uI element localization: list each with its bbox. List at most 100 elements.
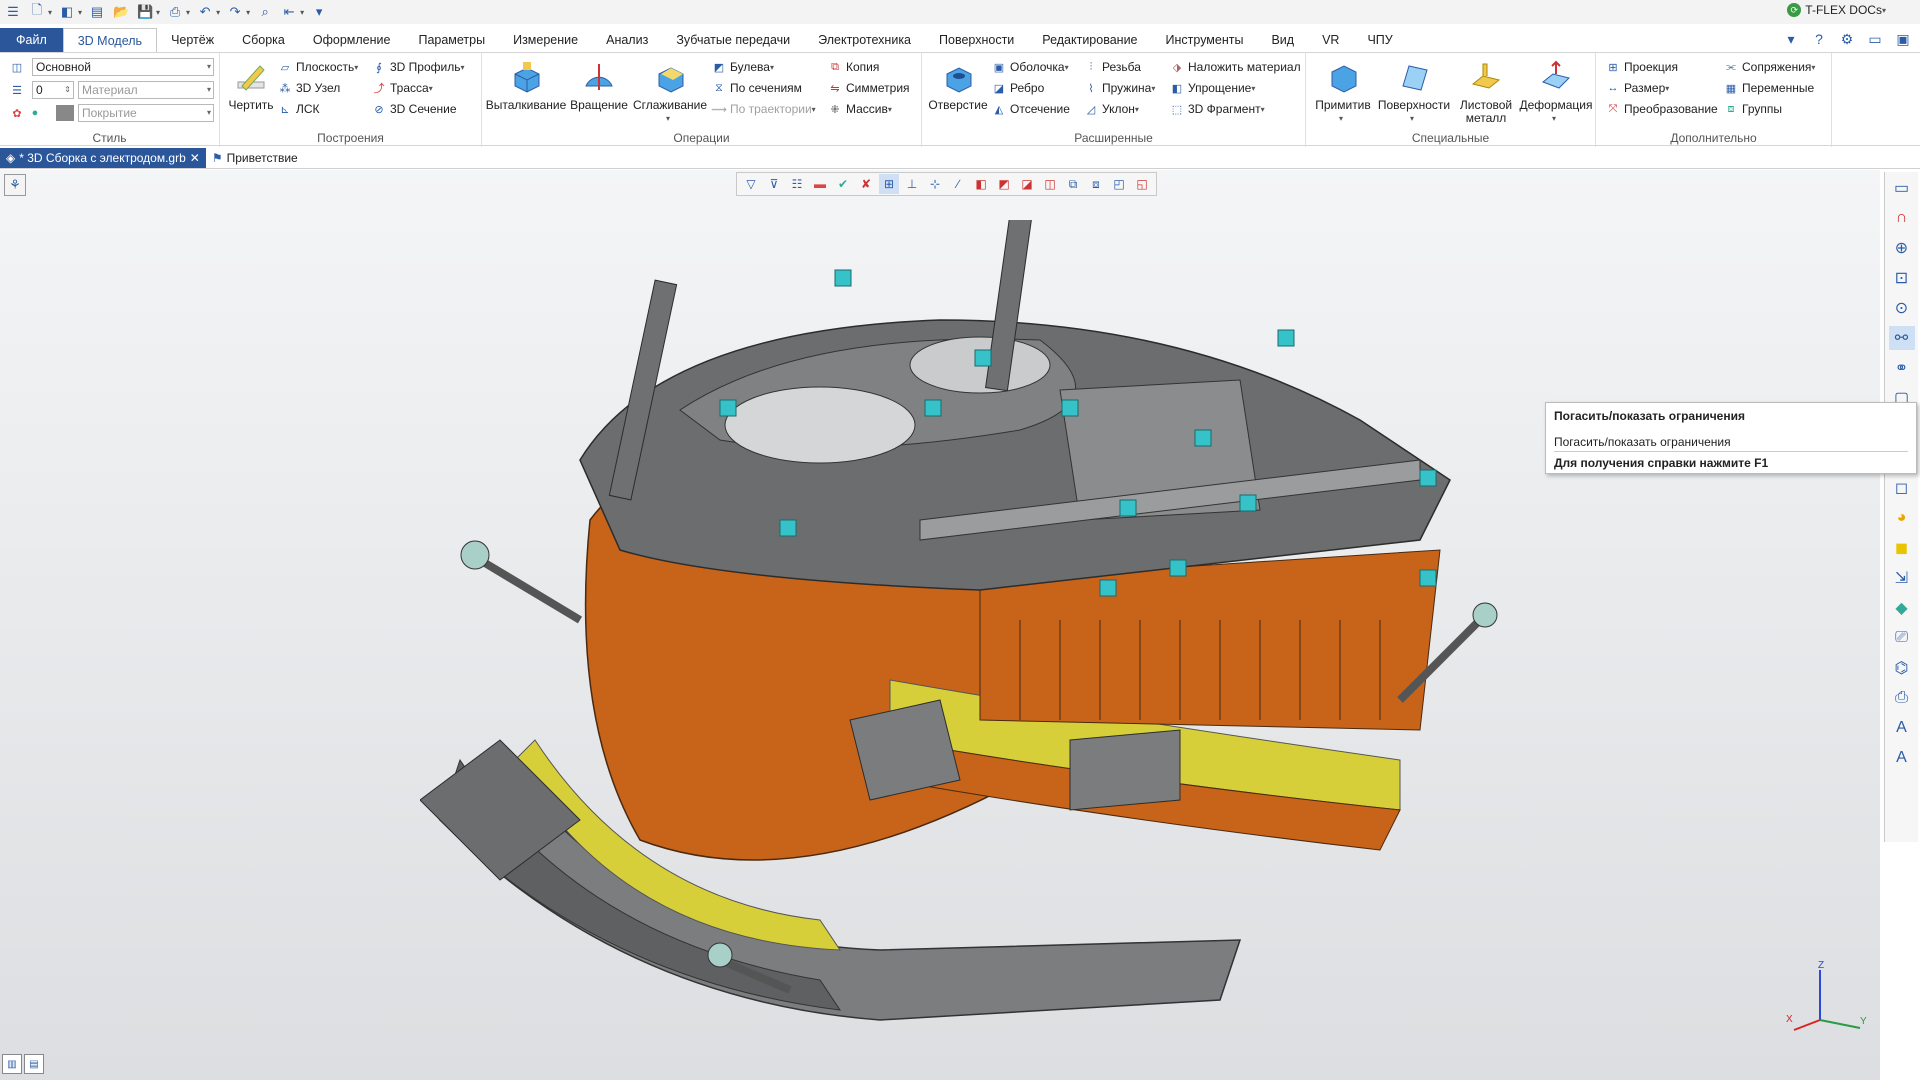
sheet-metal-button[interactable]: Листовой металл	[1454, 59, 1518, 125]
smooth-button[interactable]: Сглаживание ▾	[632, 59, 708, 125]
deform-button[interactable]: Деформация ▾	[1519, 59, 1593, 125]
lsk-button[interactable]: ⊾ ЛСК	[278, 100, 319, 118]
fragment-select-icon[interactable]: ◫	[1040, 174, 1060, 194]
uncheck-icon[interactable]: ✘	[856, 174, 876, 194]
tab-3d-model[interactable]: 3D Модель	[62, 28, 158, 52]
chevron-down-icon[interactable]: ▾	[246, 8, 250, 17]
model-tree-toggle-icon[interactable]: ⚘	[4, 174, 26, 196]
doc-tab-assembly[interactable]: ◈ * 3D Сборка с электродом.grb ✕	[0, 147, 206, 168]
show-hide-constraints-icon[interactable]: ⚯	[1888, 326, 1915, 350]
variables-button[interactable]: ▦ Переменные	[1724, 79, 1814, 97]
tab-parameters[interactable]: Параметры	[404, 28, 499, 52]
green-cube-icon[interactable]: ◆	[1889, 596, 1915, 620]
close-icon[interactable]: ✕	[190, 151, 200, 165]
boolean-button[interactable]: ◩ Булева ▾	[712, 58, 774, 76]
shell-button[interactable]: ▣ Оболочка ▾	[992, 58, 1069, 76]
chevron-down-icon[interactable]: ▾	[78, 8, 82, 17]
tab-electrical[interactable]: Электротехника	[804, 28, 925, 52]
yellow-box-icon[interactable]: ◼	[1889, 536, 1915, 560]
tab-cnc[interactable]: ЧПУ	[1353, 28, 1406, 52]
tab-vr[interactable]: VR	[1308, 28, 1353, 52]
chevron-down-icon[interactable]: ▾	[216, 8, 220, 17]
copy-button[interactable]: ⧉ Копия	[828, 58, 879, 76]
symmetry-button[interactable]: ⇋ Симметрия	[828, 79, 909, 97]
tab-tools[interactable]: Инструменты	[1152, 28, 1258, 52]
tab-editing[interactable]: Редактирование	[1028, 28, 1151, 52]
tab-formatting[interactable]: Оформление	[299, 28, 405, 52]
transform-button[interactable]: ⤧ Преобразование	[1606, 100, 1718, 118]
view-window-icon[interactable]: ▭	[1889, 176, 1915, 200]
new-file-icon[interactable]: 🗋	[28, 2, 46, 21]
doc-tab-welcome[interactable]: ⚑ Приветствие	[206, 148, 304, 168]
window-layout-icon[interactable]: ▭	[1866, 30, 1884, 48]
render-icon[interactable]: ⌬	[1889, 656, 1915, 680]
edge-select-icon[interactable]: ∕	[948, 174, 968, 194]
thread-button[interactable]: ⫶ Резьба	[1084, 58, 1141, 76]
cut-button[interactable]: ◭ Отсечение	[992, 100, 1070, 118]
magnet-icon[interactable]: ∩	[1889, 206, 1915, 230]
window-icon[interactable]: ▤	[88, 3, 106, 21]
check-icon[interactable]: ✔	[833, 174, 853, 194]
groups-button[interactable]: ⧈ Группы	[1724, 100, 1782, 118]
tab-measure[interactable]: Измерение	[499, 28, 592, 52]
apply-material-button[interactable]: ⬗ Наложить материал	[1170, 58, 1301, 76]
body-select-icon[interactable]: ◩	[994, 174, 1014, 194]
zoom-window-icon[interactable]: ⊡	[1889, 266, 1915, 290]
camera-icon[interactable]: ⎚	[1889, 626, 1915, 650]
chevron-down-icon[interactable]: ▾	[156, 8, 160, 17]
open-folder-icon[interactable]: 📂	[112, 3, 130, 21]
chevron-down-icon[interactable]: ▾	[48, 8, 52, 17]
axis-select-icon[interactable]: ⊥	[902, 174, 922, 194]
assembly-model[interactable]	[420, 220, 1520, 1040]
path-button[interactable]: ⤴ Трасса ▾	[372, 79, 433, 97]
chevron-down-icon[interactable]: ▾	[186, 8, 190, 17]
tab-drawing[interactable]: Чертёж	[157, 28, 228, 52]
brand[interactable]: ⟳ T-FLEX DOCs ▾	[1787, 3, 1886, 17]
undo-icon[interactable]: ↶	[196, 3, 214, 21]
single-view-icon[interactable]: ▤	[24, 1054, 44, 1074]
fragment3d-button[interactable]: ⬚ 3D Фрагмент ▾	[1170, 100, 1265, 118]
projection-button[interactable]: ⊞ Проекция	[1606, 58, 1678, 76]
array-button[interactable]: ⁜ Массив ▾	[828, 100, 892, 118]
collapse-ribbon-icon[interactable]: ▾	[1782, 30, 1800, 48]
node-select-icon[interactable]: ⊹	[925, 174, 945, 194]
tab-file[interactable]: Файл	[0, 28, 63, 52]
explode-icon[interactable]: ⇲	[1889, 566, 1915, 590]
rib-button[interactable]: ◪ Ребро	[992, 79, 1044, 97]
printer-3d-icon[interactable]: ⎙	[1889, 686, 1915, 710]
grid-select-icon[interactable]: ⊞	[879, 174, 899, 194]
node3d-button[interactable]: ⁂ 3D Узел	[278, 79, 341, 97]
simplify-button[interactable]: ◧ Упрощение ▾	[1170, 79, 1256, 97]
colors-icon[interactable]: ✿ ●	[10, 104, 42, 122]
redo-icon[interactable]: ↷	[226, 3, 244, 21]
size-button[interactable]: ↔ Размер ▾	[1606, 79, 1670, 97]
zoom-in-icon[interactable]: ⊕	[1889, 236, 1915, 260]
by-path-button[interactable]: ⟿ По траектории ▾	[711, 100, 816, 118]
level-field[interactable]: 0 ⇕	[32, 81, 74, 99]
tab-gears[interactable]: Зубчатые передачи	[662, 28, 804, 52]
mates-button[interactable]: ⫘ Сопряжения ▾	[1724, 58, 1815, 76]
save-icon[interactable]: 💾	[136, 3, 154, 21]
color-filter-icon[interactable]: ▬	[810, 174, 830, 194]
split-view-icon[interactable]: ▥	[2, 1054, 22, 1074]
layer-select[interactable]: Основной ▾	[32, 58, 214, 76]
chevron-down-icon[interactable]: ▾	[300, 8, 304, 17]
filter-icon[interactable]: ▽	[741, 174, 761, 194]
filter-list-icon[interactable]: ☷	[787, 174, 807, 194]
filter-settings-icon[interactable]: ⊽	[764, 174, 784, 194]
extrude-button[interactable]: Выталкивание	[486, 59, 566, 112]
text-small-icon[interactable]: A	[1889, 746, 1915, 770]
tab-surfaces[interactable]: Поверхности	[925, 28, 1028, 52]
coating-select[interactable]: Покрытие ▾	[78, 104, 214, 122]
sphere-shading-icon[interactable]: ◕	[1889, 506, 1915, 530]
hole-button[interactable]: Отверстие	[926, 59, 990, 112]
zoom-search-icon[interactable]: ⌕	[256, 3, 274, 21]
help-icon[interactable]: ?	[1810, 30, 1828, 48]
text-large-icon[interactable]: A	[1889, 716, 1915, 740]
layers-icon[interactable]: ◫	[10, 58, 24, 76]
multiselect-icon[interactable]: ◱	[1132, 174, 1152, 194]
window-restore-icon[interactable]: ▣	[1894, 30, 1912, 48]
tab-assembly[interactable]: Сборка	[228, 28, 299, 52]
customize-icon[interactable]: ▾	[310, 3, 328, 21]
face-select-icon[interactable]: ◧	[971, 174, 991, 194]
